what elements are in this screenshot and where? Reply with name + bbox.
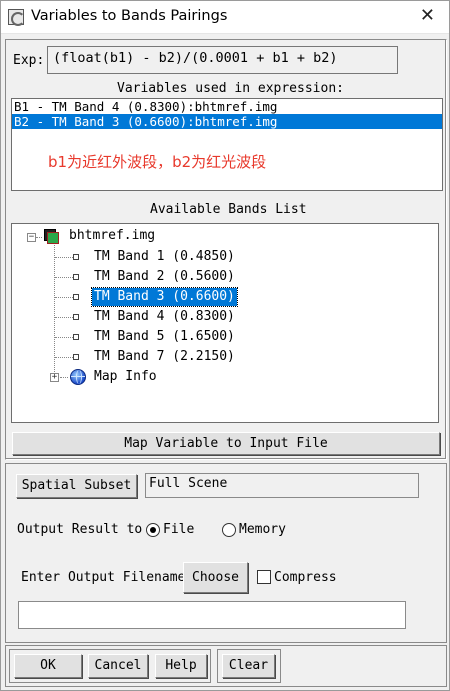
map-info-node[interactable]: Map Info	[92, 368, 159, 386]
variables-list[interactable]: B1 - TM Band 4 (0.8300):bhtmref.img B2 -…	[11, 98, 443, 191]
radio-memory-label: Memory	[239, 522, 286, 537]
tree-connector	[55, 277, 73, 278]
radio-file[interactable]	[146, 523, 160, 537]
bands-tree[interactable]: − bhtmref.img TM Band 1 (0.4850) TM Band…	[11, 223, 439, 423]
bands-header: Available Bands List	[150, 202, 307, 217]
expression-label: Exp:	[13, 53, 45, 68]
tree-connector	[55, 297, 73, 298]
spatial-subset-field: Full Scene	[145, 473, 419, 498]
cancel-button[interactable]: Cancel	[88, 654, 148, 678]
annotation-note: b1为近红外波段，b2为红光波段	[48, 153, 267, 171]
choose-button[interactable]: Choose	[183, 562, 248, 593]
band-item-5[interactable]: TM Band 5 (1.6500)	[92, 328, 237, 346]
tree-connector	[54, 245, 55, 378]
band-leaf-icon	[73, 314, 79, 320]
tree-connector	[60, 377, 68, 378]
band-item-3[interactable]: TM Band 3 (0.6600)	[91, 287, 238, 307]
band-leaf-icon	[73, 274, 79, 280]
radio-memory[interactable]	[222, 523, 236, 537]
spatial-subset-button[interactable]: Spatial Subset	[16, 474, 137, 498]
tree-connector	[55, 257, 73, 258]
band-leaf-icon	[73, 294, 79, 300]
band-item-1[interactable]: TM Band 1 (0.4850)	[92, 248, 237, 266]
output-filename-label: Enter Output Filename	[21, 570, 186, 585]
compress-label: Compress	[274, 570, 337, 585]
tree-connector	[55, 317, 73, 318]
variable-item-b2[interactable]: B2 - TM Band 3 (0.6600):bhtmref.img	[12, 114, 442, 129]
collapse-icon[interactable]: −	[27, 233, 36, 242]
band-item-7[interactable]: TM Band 7 (2.2150)	[92, 348, 237, 366]
band-item-4[interactable]: TM Band 4 (0.8300)	[92, 308, 237, 326]
close-icon[interactable]: ✕	[420, 5, 435, 26]
tree-connector	[36, 237, 42, 238]
expand-icon[interactable]: +	[50, 373, 59, 382]
expression-field: (float(b1) - b2)/(0.0001 + b1 + b2)	[47, 46, 398, 74]
output-result-label: Output Result to	[17, 522, 143, 537]
band-item-2[interactable]: TM Band 2 (0.5600)	[92, 268, 237, 286]
tree-file-node[interactable]: bhtmref.img	[67, 227, 157, 245]
radio-file-label: File	[163, 522, 195, 537]
map-variable-button[interactable]: Map Variable to Input File	[12, 432, 440, 455]
dialog-window: Variables to Bands Pairings ✕ Exp: (floa…	[0, 0, 450, 691]
app-icon	[8, 9, 25, 26]
compress-checkbox[interactable]	[257, 570, 271, 584]
band-leaf-icon	[73, 334, 79, 340]
title-bar: Variables to Bands Pairings ✕	[1, 1, 449, 34]
window-title: Variables to Bands Pairings	[31, 8, 228, 24]
output-filename-field[interactable]	[18, 601, 406, 629]
globe-icon	[70, 369, 86, 385]
tree-connector	[55, 337, 73, 338]
variables-header: Variables used in expression:	[117, 81, 344, 96]
band-leaf-icon	[73, 254, 79, 260]
clear-button[interactable]: Clear	[222, 654, 275, 678]
help-button[interactable]: Help	[155, 654, 207, 678]
ok-button[interactable]: OK	[14, 654, 82, 678]
band-leaf-icon	[73, 354, 79, 360]
tree-connector	[55, 357, 73, 358]
variable-item-b1[interactable]: B1 - TM Band 4 (0.8300):bhtmref.img	[12, 99, 442, 114]
image-file-icon	[44, 229, 60, 245]
